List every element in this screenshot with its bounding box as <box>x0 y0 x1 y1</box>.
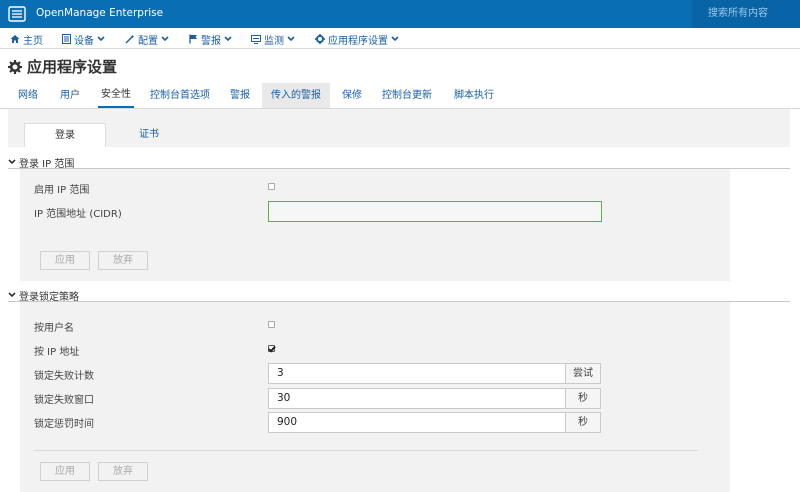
penalty-time-label: 锁定惩罚时间 <box>34 419 94 430</box>
global-search-input[interactable]: 搜索所有内容 <box>692 0 800 28</box>
chevron-down-icon <box>8 292 16 298</box>
tab-incoming-alerts[interactable]: 传入的警报 <box>262 83 330 109</box>
chevron-down-icon <box>224 36 232 42</box>
page-title: 应用程序设置 <box>8 56 117 77</box>
by-username-label: 按用户名 <box>34 323 74 334</box>
main-nav: 主页 设备 配置 警报 监测 应用程序设置 <box>0 28 800 49</box>
chevron-down-icon <box>391 36 399 42</box>
monitor-icon <box>251 34 261 44</box>
page-title-text: 应用程序设置 <box>27 58 118 76</box>
fail-window-unit: 秒 <box>565 388 601 409</box>
nav-home[interactable]: 主页 <box>10 32 43 47</box>
chevron-down-icon <box>97 36 105 42</box>
subtab-login[interactable]: 登录 <box>24 123 106 147</box>
nav-configuration[interactable]: 配置 <box>125 32 169 47</box>
by-username-checkbox[interactable] <box>268 321 275 328</box>
tab-script-execution[interactable]: 脚本执行 <box>452 83 496 109</box>
gear-icon <box>8 59 22 74</box>
ip-range-apply-button[interactable]: 应用 <box>40 251 90 270</box>
nav-devices-label: 设备 <box>74 35 94 47</box>
devices-icon <box>62 34 71 44</box>
by-ip-label: 按 IP 地址 <box>34 347 80 358</box>
nav-app-settings-label: 应用程序设置 <box>328 35 388 47</box>
tab-network[interactable]: 网络 <box>16 83 40 109</box>
ip-range-discard-button[interactable]: 放弃 <box>98 251 148 270</box>
subtab-certificate[interactable]: 证书 <box>108 123 190 147</box>
by-ip-checkbox[interactable] <box>268 345 275 352</box>
chevron-down-icon <box>8 159 16 165</box>
nav-monitor[interactable]: 监测 <box>251 32 295 47</box>
fail-count-unit: 尝试 <box>565 363 601 384</box>
openmanage-logo-icon <box>8 6 26 22</box>
form-divider <box>34 450 698 451</box>
fail-window-input[interactable]: 30 <box>268 388 566 409</box>
fail-count-label: 锁定失败计数 <box>34 371 94 382</box>
nav-home-label: 主页 <box>23 35 43 47</box>
nav-alerts-label: 警报 <box>201 35 221 47</box>
login-ip-range-header[interactable]: 登录 IP 范围 <box>8 155 74 170</box>
penalty-time-unit: 秒 <box>565 412 601 433</box>
tab-console-update[interactable]: 控制台更新 <box>380 83 434 109</box>
app-title: OpenManage Enterprise <box>36 7 164 19</box>
tab-console-preferences[interactable]: 控制台首选项 <box>148 83 212 109</box>
nav-app-settings[interactable]: 应用程序设置 <box>315 32 399 47</box>
lockout-apply-button[interactable]: 应用 <box>40 462 90 481</box>
tab-users[interactable]: 用户 <box>58 83 82 109</box>
cidr-label: IP 范围地址 (CIDR) <box>34 209 122 220</box>
gear-icon <box>315 34 325 44</box>
top-bar: OpenManage Enterprise 搜索所有内容 <box>0 0 800 28</box>
fail-window-label: 锁定失败窗口 <box>34 395 94 406</box>
nav-alerts[interactable]: 警报 <box>189 32 232 47</box>
tab-alerts[interactable]: 警报 <box>228 83 252 109</box>
flag-icon <box>189 34 197 44</box>
penalty-time-input[interactable]: 900 <box>268 412 566 433</box>
nav-monitor-label: 监测 <box>264 35 284 47</box>
lockout-discard-button[interactable]: 放弃 <box>98 462 148 481</box>
fail-count-input[interactable]: 3 <box>268 363 566 384</box>
lockout-policy-header[interactable]: 登录锁定策略 <box>8 288 79 303</box>
nav-devices[interactable]: 设备 <box>62 32 105 47</box>
tab-warranty[interactable]: 保修 <box>340 83 364 109</box>
enable-ip-range-label: 启用 IP 范围 <box>34 185 90 196</box>
home-icon <box>10 35 20 43</box>
tab-security[interactable]: 安全性 <box>98 83 134 109</box>
chevron-down-icon <box>287 36 295 42</box>
wand-icon <box>125 34 135 44</box>
nav-configuration-label: 配置 <box>138 35 158 47</box>
chevron-down-icon <box>161 36 169 42</box>
cidr-input[interactable] <box>268 201 602 222</box>
enable-ip-range-checkbox[interactable] <box>268 183 275 190</box>
